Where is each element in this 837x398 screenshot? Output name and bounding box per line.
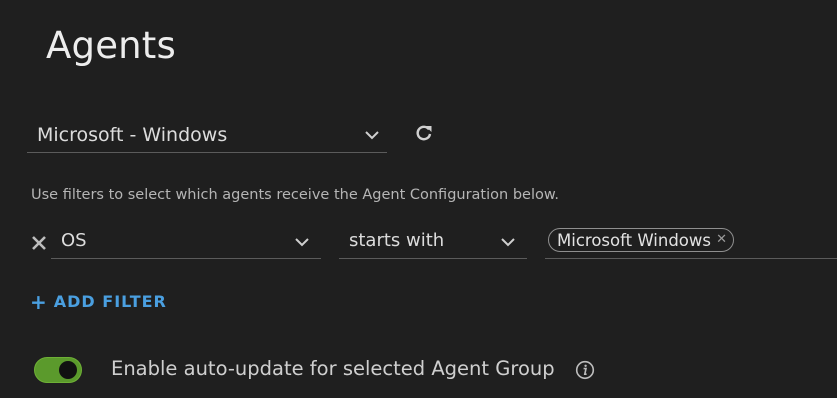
filter-operator-value: starts with [349,230,445,251]
page-title: Agents [46,24,176,67]
plus-icon: + [30,289,48,314]
add-filter-label: ADD FILTER [53,292,167,311]
toggle-knob [59,361,77,379]
add-filter-button[interactable]: + ADD FILTER [30,289,167,314]
agent-group-select[interactable]: Microsoft - Windows [27,115,387,153]
chevron-down-icon [365,131,379,140]
auto-update-toggle[interactable] [34,357,82,383]
filter-value-tag: Microsoft Windows ✕ [548,228,734,252]
chevron-down-icon [295,238,309,247]
agents-page: Agents Microsoft - Windows Use filters t… [0,0,837,398]
chevron-down-icon [501,238,515,247]
filter-attribute-value: OS [61,230,87,251]
filter-value-input[interactable]: Microsoft Windows ✕ [545,222,837,259]
refresh-icon[interactable] [413,122,435,144]
close-icon[interactable]: ✕ [716,233,727,247]
remove-filter-icon[interactable] [29,233,49,253]
filter-attribute-select[interactable]: OS [51,222,321,259]
info-icon[interactable] [575,360,595,380]
agent-group-select-value: Microsoft - Windows [37,124,228,146]
filter-help-text: Use filters to select which agents recei… [31,187,559,203]
auto-update-label: Enable auto-update for selected Agent Gr… [111,357,555,380]
filter-operator-select[interactable]: starts with [339,222,527,259]
filter-value-tag-label: Microsoft Windows [557,230,711,250]
